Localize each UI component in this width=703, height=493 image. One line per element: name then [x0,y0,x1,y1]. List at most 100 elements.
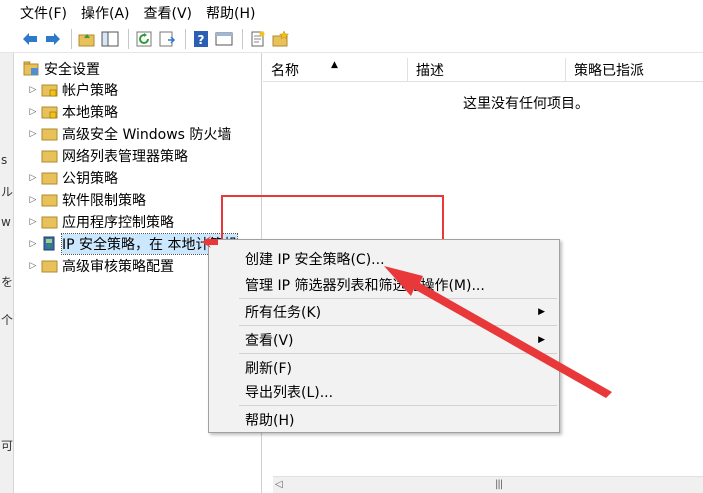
folder-up-icon [78,33,95,46]
menu-item-export-list[interactable]: 导出列表(L)... [245,381,333,403]
folder-icon [41,260,58,273]
help-icon: ? [194,30,208,47]
tree-item-label: 应用程序控制策略 [62,215,174,231]
tree-item-label: 本地策略 [62,105,118,121]
edge-char: を [1,275,14,289]
folder-icon [41,216,58,229]
menu-item-create-ip-security-policy[interactable]: 创建 IP 安全策略(C)... [245,248,385,270]
expand-arrow-icon[interactable]: ▷ [27,173,39,183]
column-header-policy-assigned[interactable]: 策略已指派 [566,58,703,82]
menu-item-manage-ip-filter-lists[interactable]: 管理 IP 筛选器列表和筛选器操作(M)... [245,274,485,296]
locked-folder-icon [41,84,58,97]
toolbar-separator [71,28,72,49]
expand-arrow-icon[interactable]: ▷ [27,261,39,271]
folder-icon [41,150,58,163]
expand-arrow-icon[interactable]: ▷ [27,129,39,139]
empty-list-message: 这里没有任何项目。 [463,96,589,112]
column-header-label: 名称 [271,63,299,79]
menu-file[interactable]: 文件(F) [20,3,67,23]
menu-separator [239,405,557,406]
tree-item-local-policy[interactable]: ▷ 本地策略 [27,101,118,123]
menu-item-refresh[interactable]: 刷新(F) [245,357,292,379]
tree-item-app-control[interactable]: ▷ 应用程序控制策略 [27,211,174,233]
svg-text:?: ? [198,33,205,47]
locked-folder-icon [41,106,58,119]
menu-separator [239,298,557,299]
toolbar: ? [0,25,703,53]
toolbar-separator [128,28,129,49]
column-header-label: 描述 [416,63,444,79]
menu-item-all-tasks[interactable]: 所有任务(K) ▶ [245,301,555,323]
folder-icon [41,172,58,185]
folder-icon [41,194,58,207]
expand-arrow-icon[interactable]: ▷ [27,107,39,117]
tree-item-advanced-audit[interactable]: ▷ 高级审核策略配置 [27,255,174,277]
add-policy-button[interactable] [271,29,291,49]
properties-view-button[interactable] [214,29,234,49]
list-header: 名称 ▲ 描述 策略已指派 [263,58,703,82]
edge-char: 个 [1,313,14,327]
tree-root-security-settings[interactable]: 安全设置 [21,58,100,80]
tree-item-label: 软件限制策略 [62,193,146,209]
security-settings-icon [23,61,39,76]
tree-item-public-key-policy[interactable]: ▷ 公钥策略 [27,167,118,189]
export-list-button[interactable] [157,29,177,49]
toolbar-separator [242,28,243,49]
refresh-icon [136,31,152,46]
edge-char: ル [1,185,14,199]
back-button[interactable] [20,29,40,49]
window-view-icon [215,32,233,45]
forward-button[interactable] [43,29,63,49]
refresh-button[interactable] [134,29,154,49]
column-header-name[interactable]: 名称 ▲ [263,58,408,82]
document-icon [251,31,265,46]
new-document-button[interactable] [248,29,268,49]
tree-item-ip-security[interactable]: ▷ IP 安全策略，在 本地计算机 [27,233,239,255]
back-arrow-icon [23,32,37,45]
show-hide-console-tree-button[interactable] [100,29,120,49]
tree-root-label: 安全设置 [44,62,100,78]
toolbar-separator [185,28,186,49]
tree-item-software-restriction[interactable]: ▷ 软件限制策略 [27,189,146,211]
expand-arrow-icon[interactable]: ▷ [27,239,39,249]
expand-arrow-icon[interactable]: ▷ [27,85,39,95]
menu-view[interactable]: 查看(V) [144,3,193,23]
tree-item-label: 帐户策略 [62,83,118,99]
up-one-level-button[interactable] [77,29,97,49]
scrollbar-grip-icon[interactable]: ||| [495,479,503,490]
column-header-description[interactable]: 描述 [408,58,566,82]
export-list-icon [159,31,176,46]
submenu-arrow-icon: ▶ [538,307,545,317]
expand-arrow-icon[interactable]: ▷ [27,217,39,227]
tree-item-label: 网络列表管理器策略 [62,149,188,165]
tree-item-network-list-manager[interactable]: 网络列表管理器策略 [27,145,188,167]
mmc-window: 文件(F) 操作(A) 查看(V) 帮助(H) ? s ル w を 个 可 安全… [0,0,703,493]
submenu-arrow-icon: ▶ [538,335,545,345]
menu-action[interactable]: 操作(A) [81,3,130,23]
edge-char: 可 [1,439,14,453]
expand-arrow-icon[interactable]: ▷ [27,195,39,205]
menu-help[interactable]: 帮助(H) [206,3,255,23]
tree-item-label: 高级安全 Windows 防火墙 [62,127,232,143]
forward-arrow-icon [46,32,60,45]
tree-item-account-policy[interactable]: ▷ 帐户策略 [27,79,118,101]
horizontal-scrollbar[interactable]: ◁ ||| [273,476,703,493]
console-tree-icon [101,31,119,46]
menu-item-view[interactable]: 查看(V) ▶ [245,329,555,351]
menu-separator [239,325,557,326]
folder-star-icon [272,29,290,46]
menu-item-label: 所有任务(K) [245,305,322,321]
edge-char: w [1,215,11,229]
tree-item-windows-firewall[interactable]: ▷ 高级安全 Windows 防火墙 [27,123,232,145]
column-header-label: 策略已指派 [574,63,644,79]
background-window-edge: s ル w を 个 可 [0,53,14,493]
tree-item-label: 公钥策略 [62,171,118,187]
edge-char: s [1,153,8,167]
tree-item-label: 高级审核策略配置 [62,259,174,275]
menu-bar: 文件(F) 操作(A) 查看(V) 帮助(H) [0,0,703,25]
menu-item-help[interactable]: 帮助(H) [245,409,294,431]
help-button[interactable]: ? [191,29,211,49]
ip-security-computer-icon [43,236,55,251]
context-menu: 创建 IP 安全策略(C)... 管理 IP 筛选器列表和筛选器操作(M)...… [208,239,560,433]
scroll-left-icon[interactable]: ◁ [275,479,283,490]
